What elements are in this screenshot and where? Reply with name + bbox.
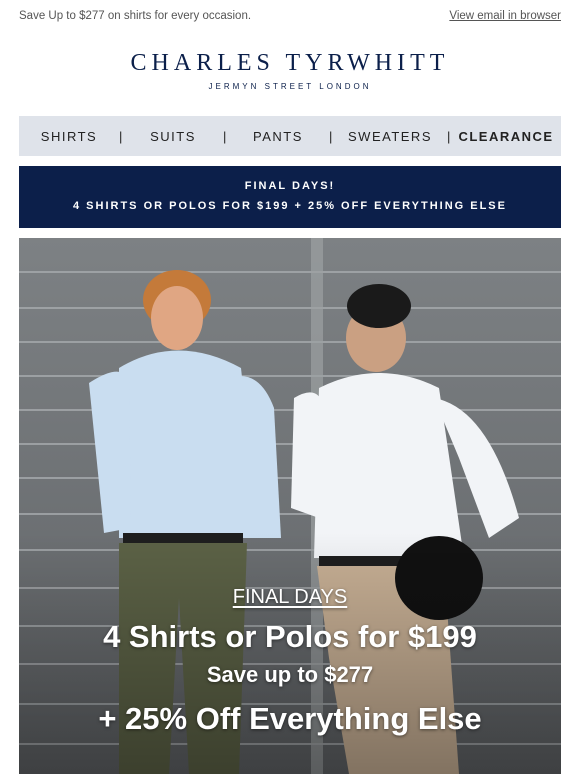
brand-tagline: JERMYN STREET LONDON xyxy=(208,82,372,91)
hero-photo xyxy=(19,238,561,774)
category-nav: SHIRTS | SUITS | PANTS | SWEATERS | CLEA… xyxy=(19,116,561,156)
nav-item-pants[interactable]: PANTS xyxy=(227,129,329,144)
hero-offer: 4 Shirts or Polos for $199 xyxy=(103,619,477,654)
preheader: Save Up to $277 on shirts for every occa… xyxy=(0,0,580,34)
nav-item-clearance[interactable]: CLEARANCE xyxy=(451,129,561,144)
brand-logo[interactable]: CHARLES TYRWHITT JERMYN STREET LONDON xyxy=(0,50,580,91)
preheader-text: Save Up to $277 on shirts for every occa… xyxy=(19,10,252,22)
hero-savings: Save up to $277 xyxy=(206,662,374,687)
view-in-browser-link[interactable]: View email in browser xyxy=(449,10,561,22)
hero-headline: FINAL DAYS xyxy=(232,586,348,608)
hero-secondary-offer: + 25% Off Everything Else xyxy=(98,701,482,736)
brand-name: CHARLES TYRWHITT xyxy=(130,50,450,76)
nav-item-shirts[interactable]: SHIRTS xyxy=(19,129,119,144)
promo-banner-headline: FINAL DAYS! xyxy=(244,180,336,192)
promo-banner[interactable]: FINAL DAYS! 4 SHIRTS OR POLOS FOR $199 +… xyxy=(19,166,561,228)
nav-item-sweaters[interactable]: SWEATERS xyxy=(333,129,447,144)
nav-item-suits[interactable]: SUITS xyxy=(123,129,223,144)
hero-image[interactable]: FINAL DAYS 4 Shirts or Polos for $199 Sa… xyxy=(19,238,561,774)
promo-banner-offer: 4 SHIRTS OR POLOS FOR $199 + 25% OFF EVE… xyxy=(73,200,507,212)
